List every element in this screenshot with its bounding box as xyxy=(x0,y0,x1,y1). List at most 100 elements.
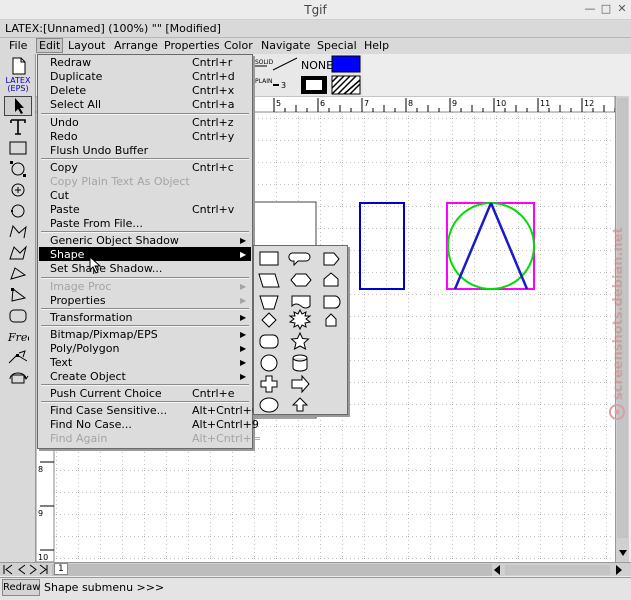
menu-item-set-shape-shadow[interactable]: Set Shape Shadow... xyxy=(50,262,162,275)
menu-item-text[interactable]: Text xyxy=(50,356,72,369)
menu-item-generic-shadow[interactable]: Generic Object Shadow xyxy=(50,234,179,247)
menu-file[interactable]: File xyxy=(9,39,27,52)
menu-properties[interactable]: Properties xyxy=(164,39,220,52)
scroll-left-icon[interactable] xyxy=(494,565,500,575)
next-page-icon[interactable] xyxy=(29,564,37,575)
menu-help[interactable]: Help xyxy=(364,39,389,52)
redraw-button[interactable]: Redraw xyxy=(2,579,40,596)
shape-cylinder-icon[interactable] xyxy=(292,354,308,372)
menu-item-flush-undo[interactable]: Flush Undo Buffer xyxy=(50,144,148,157)
menu-layout[interactable]: Layout xyxy=(68,39,105,52)
shape-hexagon-icon[interactable] xyxy=(290,273,312,287)
oval-tool[interactable] xyxy=(4,159,32,179)
menu-item-redraw[interactable]: Redraw xyxy=(50,56,91,69)
maximize-icon[interactable]: □ xyxy=(600,3,612,15)
menu-item-shape[interactable]: Shape xyxy=(50,248,84,261)
select-tool[interactable] xyxy=(4,96,32,116)
polygon-tool[interactable] xyxy=(4,243,32,263)
arc-tool[interactable] xyxy=(4,264,32,284)
menu-item-paste-from-file[interactable]: Paste From File... xyxy=(50,217,143,230)
menu-separator xyxy=(41,325,249,327)
fill-color-swatch[interactable] xyxy=(331,55,361,73)
shape-burst-icon[interactable] xyxy=(288,308,312,331)
scroll-right-icon[interactable] xyxy=(616,565,622,575)
ruler-label: 9 xyxy=(452,99,457,108)
rounded-box-tool[interactable] xyxy=(4,306,32,326)
shape-trapezoid-icon[interactable] xyxy=(259,295,279,310)
oval-center-tool[interactable] xyxy=(4,180,32,200)
menu-item-cut[interactable]: Cut xyxy=(50,189,69,202)
shape-up-arrow-icon[interactable] xyxy=(291,397,309,412)
shape-grid xyxy=(258,251,341,413)
menu-item-transformation[interactable]: Transformation xyxy=(50,311,133,324)
mouse-cursor-icon xyxy=(89,256,102,274)
shape-callout-icon[interactable] xyxy=(288,252,311,267)
rcbox-tool[interactable] xyxy=(4,285,32,305)
menu-item-select-all[interactable]: Select All xyxy=(50,98,101,111)
vertex-tool[interactable] xyxy=(4,348,32,368)
shape-ellipse-icon[interactable] xyxy=(259,397,279,413)
poly-tool[interactable] xyxy=(4,222,32,242)
rotate-tool[interactable] xyxy=(4,369,32,389)
prev-page-icon[interactable] xyxy=(18,564,26,575)
menu-item-properties[interactable]: Properties xyxy=(50,294,106,307)
menu-item-bitmap[interactable]: Bitmap/Pixmap/EPS xyxy=(50,328,158,341)
minimize-icon[interactable]: — xyxy=(584,3,596,15)
shape-pentagon-arrow-icon[interactable] xyxy=(323,252,340,266)
menu-navigate[interactable]: Navigate xyxy=(261,39,310,52)
menu-item-paste[interactable]: Paste xyxy=(50,203,80,216)
accel-duplicate: Cntrl+d xyxy=(192,70,235,83)
scroll-down-icon[interactable] xyxy=(619,550,627,556)
shape-diamond-icon[interactable] xyxy=(261,312,277,328)
rectangle-tool[interactable] xyxy=(4,138,32,158)
shape-parallelogram-icon[interactable] xyxy=(258,273,280,288)
submenu-arrow-icon: ▶ xyxy=(240,372,247,381)
latex-eps-tool[interactable]: LATEX (EPS) xyxy=(4,76,32,94)
submenu-arrow-icon: ▶ xyxy=(240,236,247,245)
freehand-tool[interactable]: Free xyxy=(4,327,32,347)
menu-item-undo[interactable]: Undo xyxy=(50,116,79,129)
menu-color[interactable]: Color xyxy=(224,39,253,52)
accel-find-case: Alt+Cntrl+0 xyxy=(192,404,259,417)
menu-edit[interactable]: Edit xyxy=(36,38,64,53)
fill-none-label[interactable]: NONE xyxy=(301,59,333,72)
menu-item-poly-polygon[interactable]: Poly/Polygon xyxy=(50,342,119,355)
close-icon[interactable]: ✕ xyxy=(616,3,628,15)
menu-item-find-case[interactable]: Find Case Sensitive... xyxy=(50,404,167,417)
menu-arrange[interactable]: Arrange xyxy=(114,39,158,52)
menu-item-redo[interactable]: Redo xyxy=(50,130,78,143)
shape-house-icon[interactable] xyxy=(323,272,339,287)
ruler-label: 8 xyxy=(38,465,43,474)
menu-separator xyxy=(41,113,249,115)
menu-special[interactable]: Special xyxy=(317,39,357,52)
menu-separator xyxy=(41,308,249,310)
shape-cross-icon[interactable] xyxy=(260,375,278,393)
shape-delay-icon[interactable] xyxy=(323,295,341,309)
first-page-icon[interactable] xyxy=(3,564,13,575)
menu-item-find-again: Find Again xyxy=(50,432,108,445)
menu-item-duplicate[interactable]: Duplicate xyxy=(50,70,102,83)
menu-separator xyxy=(41,231,249,233)
ruler-label: 6 xyxy=(320,99,325,108)
oval-edge-tool[interactable] xyxy=(4,201,32,221)
ruler-label: 10 xyxy=(496,99,506,108)
shape-rectangle-icon[interactable] xyxy=(259,251,279,266)
shape-rounded-rect-icon[interactable] xyxy=(259,334,279,349)
last-page-icon[interactable] xyxy=(39,564,48,575)
menu-item-find-no-case[interactable]: Find No Case... xyxy=(50,418,132,431)
shape-circle-icon[interactable] xyxy=(260,354,278,372)
ruler-label: 7 xyxy=(364,99,369,108)
menu-item-create-object[interactable]: Create Object xyxy=(50,370,126,383)
new-page-tool[interactable] xyxy=(4,56,32,76)
menu-item-delete[interactable]: Delete xyxy=(50,84,86,97)
text-tool[interactable] xyxy=(4,117,32,137)
shape-document-icon[interactable] xyxy=(291,295,311,309)
page-tab-1[interactable]: 1 xyxy=(54,563,68,575)
menu-item-push-choice[interactable]: Push Current Choice xyxy=(50,387,162,400)
shape-pentagon-icon[interactable] xyxy=(325,313,337,327)
shape-right-arrow-icon[interactable] xyxy=(291,374,310,394)
menu-item-copy[interactable]: Copy xyxy=(50,161,78,174)
shape-star-icon[interactable] xyxy=(290,331,310,350)
menu-separator xyxy=(41,277,249,279)
freehand-icon: Free xyxy=(7,331,29,344)
